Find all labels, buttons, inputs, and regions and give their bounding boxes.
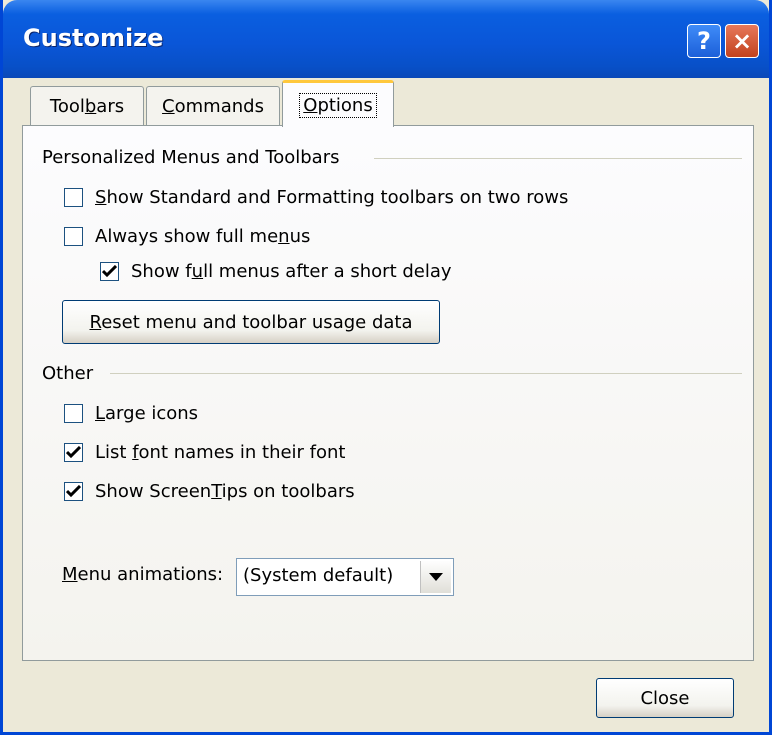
tab-toolbars-label: Toolbars — [49, 96, 125, 117]
checkbox-font-names-label: List font names in their font — [95, 442, 346, 463]
tab-commands[interactable]: Commands — [146, 86, 280, 126]
title-close-button[interactable]: × — [725, 24, 759, 58]
help-icon: ? — [697, 27, 711, 55]
tab-toolbars[interactable]: Toolbars — [30, 86, 144, 126]
dropdown-arrow-button[interactable] — [420, 561, 451, 593]
reset-usage-button[interactable]: Reset menu and toolbar usage data — [62, 300, 440, 344]
checkbox-full-menus-delay-label: Show full menus after a short delay — [131, 261, 452, 282]
checkmark-icon — [102, 265, 117, 278]
tab-options[interactable]: Options — [282, 80, 394, 127]
checkbox-full-menus-delay[interactable] — [100, 262, 119, 281]
checkbox-large-icons-label: Large icons — [95, 403, 199, 424]
group-personalized-title: Personalized Menus and Toolbars — [42, 147, 340, 168]
menu-animations-value: (System default) — [243, 565, 394, 586]
close-button[interactable]: Close — [596, 678, 734, 718]
window-title: Customize — [23, 24, 164, 52]
tab-options-label: Options — [299, 92, 377, 118]
reset-usage-label: Reset menu and toolbar usage data — [89, 311, 413, 333]
checkmark-icon — [66, 485, 81, 498]
group-other-divider — [110, 373, 742, 374]
checkbox-large-icons[interactable] — [64, 404, 83, 423]
help-button[interactable]: ? — [687, 24, 721, 58]
checkmark-icon — [66, 446, 81, 459]
checkbox-screentips-label: Show ScreenTips on toolbars — [95, 481, 355, 502]
checkbox-screentips[interactable] — [64, 482, 83, 501]
group-personalized-divider — [374, 158, 742, 159]
chevron-down-icon — [429, 573, 443, 581]
tab-commands-label: Commands — [162, 96, 264, 117]
close-button-label: Close — [640, 687, 690, 709]
title-bar[interactable]: Customize ? × — [3, 0, 769, 78]
close-icon: × — [731, 27, 753, 55]
checkbox-two-rows-label: Show Standard and Formatting toolbars on… — [95, 187, 569, 208]
menu-animations-label: Menu animations: — [62, 564, 224, 585]
checkbox-full-menus[interactable] — [64, 227, 83, 246]
checkbox-two-rows[interactable] — [64, 188, 83, 207]
group-other-title: Other — [42, 363, 94, 384]
menu-animations-select[interactable]: (System default) — [236, 558, 454, 596]
checkbox-full-menus-label: Always show full menus — [95, 226, 311, 247]
checkbox-font-names[interactable] — [64, 443, 83, 462]
